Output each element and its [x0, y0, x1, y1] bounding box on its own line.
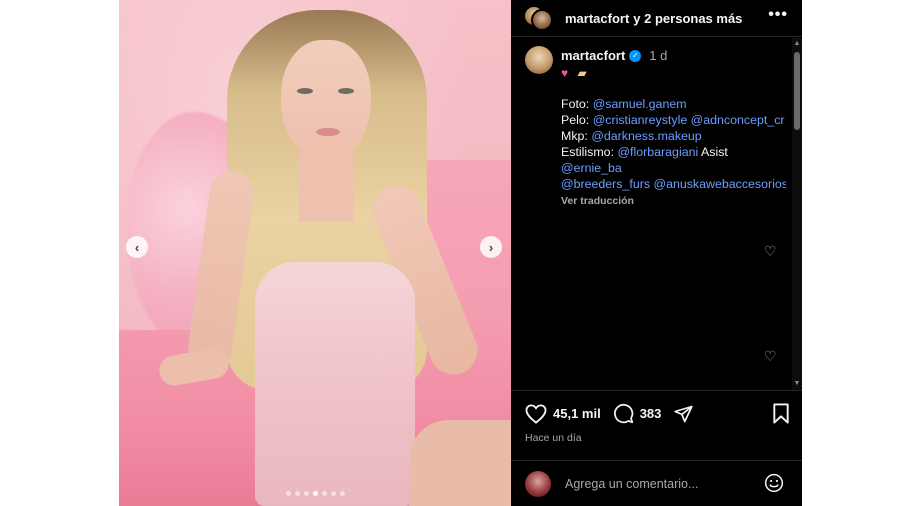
- chevron-right-icon: ›: [488, 239, 494, 255]
- like-comment-button[interactable]: ♡: [764, 348, 777, 365]
- chevron-left-icon: ‹: [134, 239, 140, 255]
- heart-outline-icon: ♡: [764, 243, 777, 259]
- like-button[interactable]: [525, 403, 547, 424]
- caption-label: Estilismo:: [561, 145, 615, 159]
- caption-line: Estilismo: @florbaragiani Asist: [561, 144, 786, 160]
- neck: [299, 152, 353, 222]
- carousel-dot: [285, 491, 291, 496]
- carousel-dot: [330, 491, 336, 496]
- caption-emojis: ♥ ▰: [561, 66, 587, 80]
- bookmark-icon: [773, 403, 789, 424]
- mention-link[interactable]: @adnconcept_cr: [691, 113, 785, 127]
- mention-link[interactable]: @ernie_ba: [561, 161, 622, 175]
- paper-plane-icon: [674, 405, 694, 422]
- pink-dress: [255, 262, 415, 506]
- caption-label: Mkp:: [561, 129, 588, 143]
- current-user-avatar: [525, 470, 551, 497]
- avatar: [531, 9, 553, 31]
- carousel-dot: [312, 491, 318, 496]
- caption-time[interactable]: 1 d: [649, 48, 667, 63]
- pink-heart-icon: ♥: [561, 66, 569, 80]
- mention-link[interactable]: @florbaragiani: [617, 145, 698, 159]
- carousel-dot: [321, 491, 327, 496]
- mention-link[interactable]: @samuel.ganem: [593, 97, 687, 111]
- face: [281, 40, 371, 162]
- header-username[interactable]: martacfort: [565, 11, 629, 26]
- eye-right: [338, 88, 354, 94]
- caption-avatar[interactable]: [525, 46, 553, 74]
- caption-label: Foto:: [561, 97, 590, 111]
- scroll-thumb[interactable]: [794, 52, 800, 130]
- caption-text: Foto: @samuel.ganem Pelo: @cristianreysty…: [561, 96, 786, 209]
- caption-line: Foto: @samuel.ganem: [561, 96, 786, 112]
- caption-label: Pelo:: [561, 113, 590, 127]
- carousel-indicator: [119, 491, 511, 496]
- comments-count[interactable]: 383: [640, 406, 662, 421]
- previous-photo-button[interactable]: ‹: [126, 236, 148, 258]
- heart-icon: [525, 403, 547, 424]
- save-button[interactable]: [772, 403, 790, 429]
- comment-bubble-icon: [613, 403, 633, 424]
- action-row: 45,1 mil 383: [525, 403, 694, 424]
- verified-badge-icon: ✓: [629, 49, 642, 62]
- post-header: martacfort y 2 personas más •••: [511, 0, 802, 37]
- comment-input[interactable]: [565, 476, 765, 491]
- caption-line: @breeders_furs @anuskawebaccesorios: [561, 176, 786, 192]
- birthday-cake-icon: ▰: [577, 66, 587, 80]
- post-date[interactable]: Hace un día: [525, 432, 582, 444]
- post-details-panel: martacfort y 2 personas más ••• martacfo…: [511, 0, 802, 506]
- header-collaborators[interactable]: y 2 personas más: [633, 11, 742, 26]
- carousel-dot: [294, 491, 300, 496]
- comment-composer: [511, 460, 802, 506]
- post-photo[interactable]: ‹ ›: [119, 0, 511, 506]
- caption-line: @ernie_ba: [561, 160, 786, 176]
- collaborators-avatars[interactable]: [523, 5, 553, 31]
- mention-link[interactable]: @cristianreystyle: [593, 113, 688, 127]
- caption-header: martacfort ✓ 1 d: [561, 48, 667, 63]
- ellipsis-icon: •••: [768, 6, 788, 23]
- mention-link[interactable]: @breeders_furs: [561, 177, 650, 191]
- caption-username[interactable]: martacfort: [561, 48, 625, 63]
- share-button[interactable]: [673, 404, 694, 424]
- smiley-face-icon: [764, 473, 784, 493]
- lips: [316, 128, 340, 136]
- post-viewer: ‹ › martacfort y 2 personas más ••• mart…: [0, 0, 900, 506]
- mention-link[interactable]: @anuskawebaccesorios: [653, 177, 786, 191]
- carousel-dot: [339, 491, 345, 496]
- more-options-button[interactable]: •••: [768, 6, 788, 24]
- post-actions: 45,1 mil 383 Hace un día: [511, 390, 802, 460]
- comment-button[interactable]: [613, 403, 634, 424]
- heart-outline-icon: ♡: [764, 348, 777, 364]
- comments-scrollbar[interactable]: ▲ ▼: [792, 38, 802, 390]
- mention-link[interactable]: @darkness.makeup: [591, 129, 701, 143]
- see-translation-link[interactable]: Ver traducción: [561, 193, 786, 209]
- caption-line: Pelo: @cristianreystyle @adnconcept_cr: [561, 112, 786, 128]
- scroll-down-arrow-icon[interactable]: ▼: [793, 380, 801, 388]
- likes-count[interactable]: 45,1 mil: [553, 406, 601, 421]
- eye-left: [297, 88, 313, 94]
- carousel-dot: [303, 491, 309, 496]
- like-comment-button[interactable]: ♡: [764, 243, 777, 260]
- comments-area: martacfort ✓ 1 d ♥ ▰ Foto: @samuel.ganem…: [511, 38, 802, 390]
- emoji-picker-button[interactable]: [764, 473, 784, 498]
- caption-suffix: Asist: [701, 145, 728, 159]
- scroll-up-arrow-icon[interactable]: ▲: [793, 40, 801, 48]
- next-photo-button[interactable]: ›: [480, 236, 502, 258]
- caption-line: Mkp: @darkness.makeup: [561, 128, 786, 144]
